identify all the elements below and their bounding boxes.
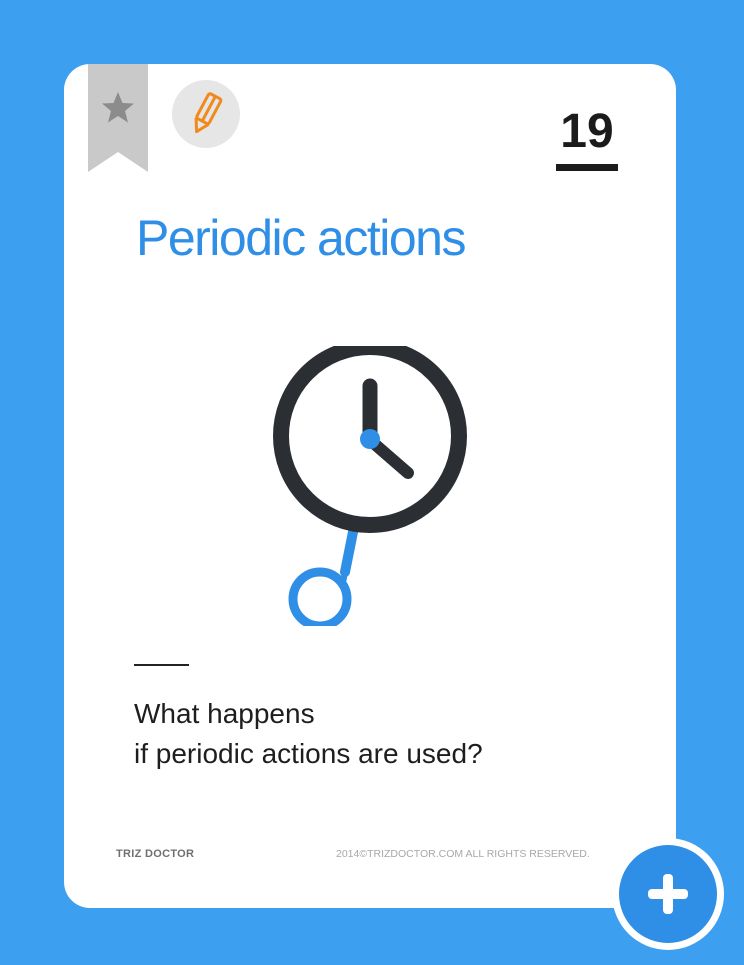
card-title: Periodic actions <box>136 210 466 266</box>
question-line-1: What happens <box>134 698 315 729</box>
card: 19 Periodic actions What happens if peri… <box>64 64 676 908</box>
card-number: 19 <box>556 104 618 171</box>
copyright-text: 2014©TRIZDOCTOR.COM ALL RIGHTS RESERVED. <box>336 848 590 860</box>
add-button[interactable] <box>612 838 724 950</box>
question-text: What happens if periodic actions are use… <box>134 694 654 774</box>
divider <box>134 664 189 666</box>
edit-button[interactable] <box>172 80 240 148</box>
question-line-2: if periodic actions are used? <box>134 738 483 769</box>
clock-pendulum-icon <box>264 339 474 631</box>
bookmark-button[interactable] <box>88 64 148 172</box>
add-button-fill <box>619 845 717 943</box>
pencil-icon <box>194 92 223 134</box>
star-bookmark-icon <box>88 64 148 172</box>
plus-icon <box>648 874 688 914</box>
brand-label: TRIZ DOCTOR <box>116 848 195 860</box>
